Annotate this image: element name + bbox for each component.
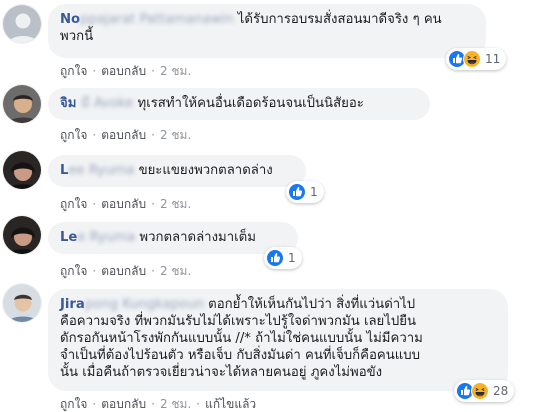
reply-link[interactable]: ตอบกลับ [101, 64, 146, 78]
reaction-count: 28 [493, 384, 509, 398]
avatar[interactable] [2, 84, 42, 124]
reply-link[interactable]: ตอบกลับ [101, 128, 146, 142]
timestamp[interactable]: 2 ชม. [160, 397, 191, 411]
comment-bubble: Jirapong Kungkapoun ตอกย้ำให้เห็นกันไปว่… [48, 289, 508, 391]
comment-author[interactable]: Lee Ryuma [60, 230, 135, 245]
like-link[interactable]: ถูกใจ [60, 264, 87, 278]
reaction-summary[interactable]: 1 [264, 247, 302, 269]
reaction-summary[interactable]: 11 [446, 48, 507, 70]
comment-actions: ถูกใจ · ตอบกลับ · 2 ชม. [60, 197, 192, 211]
edited-link[interactable]: แก้ไขแล้ว [205, 397, 256, 411]
timestamp[interactable]: 2 ชม. [160, 264, 191, 278]
like-link[interactable]: ถูกใจ [60, 197, 87, 211]
haha-icon [471, 382, 489, 400]
timestamp[interactable]: 2 ชม. [160, 128, 191, 142]
comment-actions: ถูกใจ · ตอบกลับ · 2 ชม. [60, 128, 192, 142]
reaction-summary[interactable]: 28 [454, 380, 515, 402]
comment-bubble: Lee Ryuma พวกตลาดล่างมาเต็ม [48, 222, 298, 254]
reaction-count: 1 [288, 251, 296, 265]
comment-actions: ถูกใจ · ตอบกลับ · 2 ชม. [60, 264, 192, 278]
comment-bubble: จิม มี Avoke ทุเรสทำให้คนอื่นเดือดร้อนจน… [48, 88, 430, 120]
reaction-count: 1 [310, 185, 318, 199]
comment-author[interactable]: Noppajarat Pattamanawin [60, 12, 234, 27]
comment-author[interactable]: Jirapong Kungkapoun [60, 297, 204, 312]
comment-text: พวกตลาดล่างมาเต็ม [139, 230, 256, 245]
comment-actions: ถูกใจ · ตอบกลับ · 2 ชม. [60, 64, 192, 78]
like-link[interactable]: ถูกใจ [60, 64, 87, 78]
reaction-summary[interactable]: 1 [286, 181, 324, 203]
timestamp[interactable]: 2 ชม. [160, 197, 191, 211]
reply-link[interactable]: ตอบกลับ [101, 197, 146, 211]
timestamp[interactable]: 2 ชม. [160, 64, 191, 78]
comment-bubble: Lee Ryuma ขยะแขยงพวกตลาดล่าง [48, 155, 306, 187]
reply-link[interactable]: ตอบกลับ [101, 264, 146, 278]
reaction-count: 11 [485, 52, 501, 66]
like-icon [266, 249, 284, 267]
reply-link[interactable]: ตอบกลับ [101, 397, 146, 411]
comment-actions: ถูกใจ · ตอบกลับ · 2 ชม. · แก้ไขแล้ว [60, 397, 257, 411]
like-link[interactable]: ถูกใจ [60, 128, 87, 142]
comment-author[interactable]: จิม มี Avoke [60, 96, 133, 111]
comment-author[interactable]: Lee Ryuma [60, 163, 134, 178]
haha-icon [463, 50, 481, 68]
like-icon [288, 183, 306, 201]
avatar[interactable] [2, 215, 42, 255]
comment-text: ทุเรสทำให้คนอื่นเดือดร้อนจนเป็นนิสัยอะ [137, 96, 364, 111]
avatar[interactable] [2, 283, 42, 323]
comment-text: ขยะแขยงพวกตลาดล่าง [138, 163, 273, 178]
avatar[interactable] [2, 150, 42, 190]
comment-bubble: Noppajarat Pattamanawin ได้รับการอบรมสั่… [48, 4, 486, 58]
like-link[interactable]: ถูกใจ [60, 397, 87, 411]
avatar[interactable] [2, 4, 42, 44]
